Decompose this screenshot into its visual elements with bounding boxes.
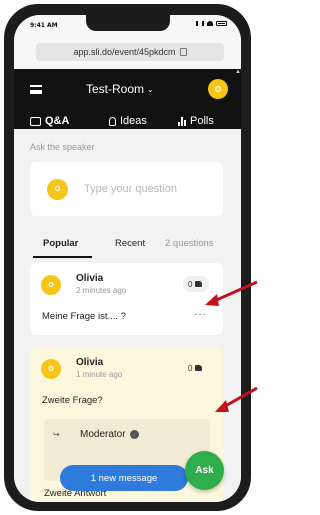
question-time: 1 minute ago: [76, 370, 123, 379]
url-text: app.sli.do/event/45pkdcm: [73, 47, 176, 57]
new-message-toast[interactable]: 1 new message: [60, 465, 188, 491]
filter-recent[interactable]: Recent: [115, 238, 145, 249]
question-filters: Popular Recent 2 questions: [14, 229, 241, 258]
browser-url-bar: app.sli.do/event/45pkdcm: [14, 35, 241, 69]
avatar-initial: O: [48, 365, 54, 373]
avatar: O: [41, 359, 61, 379]
tab-qa[interactable]: Q&A: [27, 113, 74, 133]
reply-arrow-icon: ↪: [53, 430, 60, 439]
url-field[interactable]: app.sli.do/event/45pkdcm: [36, 43, 224, 61]
reply-author-row: Moderator: [80, 429, 139, 440]
user-avatar[interactable]: O: [208, 79, 228, 99]
app-header: Test-Room ⌄ O ▲ Q&A Ideas Polls: [14, 69, 241, 133]
like-button[interactable]: 0: [183, 276, 209, 292]
question-time: 2 minutes ago: [76, 286, 127, 295]
like-count: 0: [188, 363, 193, 373]
ask-label: Ask the speaker: [30, 142, 95, 152]
filter-popular[interactable]: Popular: [32, 238, 93, 258]
question-text: Meine Frage ist.... ?: [42, 311, 126, 322]
status-time: 9:41 AM: [30, 22, 58, 29]
status-icons: [196, 21, 227, 26]
reply-author: Moderator: [80, 429, 126, 440]
phone-frame: 9:41 AM app.sli.do/event/45pkdcm Test-Ro…: [4, 4, 251, 511]
scroll-up-icon[interactable]: ▲: [235, 69, 241, 83]
question-input[interactable]: Type your question: [84, 183, 177, 195]
phone-notch: [86, 15, 170, 31]
more-options-icon[interactable]: ···: [194, 309, 207, 320]
tab-label: Ideas: [120, 115, 147, 127]
question-author: Olivia: [76, 273, 104, 284]
bar-chart-icon: [178, 116, 186, 126]
thumbs-up-icon: [195, 281, 203, 287]
tab-label: Q&A: [45, 115, 70, 127]
room-switcher[interactable]: Test-Room ⌄: [86, 82, 154, 96]
like-button[interactable]: 0: [183, 360, 209, 376]
tab-ideas[interactable]: Ideas: [109, 113, 147, 129]
tab-polls[interactable]: Polls: [178, 113, 214, 129]
question-text: Zweite Frage?: [42, 395, 103, 406]
tab-label: Polls: [190, 115, 214, 127]
ask-button[interactable]: Ask: [185, 451, 224, 490]
ask-question-card[interactable]: O Type your question: [30, 162, 223, 216]
battery-icon: [216, 21, 227, 26]
like-count: 0: [188, 279, 193, 289]
room-title: Test-Room: [86, 82, 145, 96]
chat-icon: [30, 116, 41, 126]
status-bar: 9:41 AM: [14, 15, 241, 35]
lightbulb-icon: [109, 116, 116, 126]
verified-icon: [129, 430, 139, 439]
phone-screen: 9:41 AM app.sli.do/event/45pkdcm Test-Ro…: [14, 15, 241, 502]
question-author: Olivia: [76, 357, 104, 368]
avatar: O: [41, 275, 61, 295]
copy-icon[interactable]: [179, 48, 187, 56]
question-count: 2 questions: [165, 238, 214, 249]
avatar-initial: O: [54, 186, 61, 193]
signal-icon: [196, 21, 204, 26]
avatar: O: [47, 179, 68, 200]
chevron-down-icon: ⌄: [147, 84, 154, 94]
avatar-initial: O: [48, 281, 54, 289]
tab-bar: Q&A Ideas Polls: [14, 113, 241, 133]
thumbs-up-icon: [195, 365, 203, 371]
wifi-icon: [207, 21, 213, 26]
menu-icon[interactable]: [30, 85, 42, 94]
qa-content: Ask the speaker O Type your question Pop…: [14, 129, 241, 502]
question-card: O Olivia 2 minutes ago 0 Meine Frage ist…: [30, 263, 223, 335]
